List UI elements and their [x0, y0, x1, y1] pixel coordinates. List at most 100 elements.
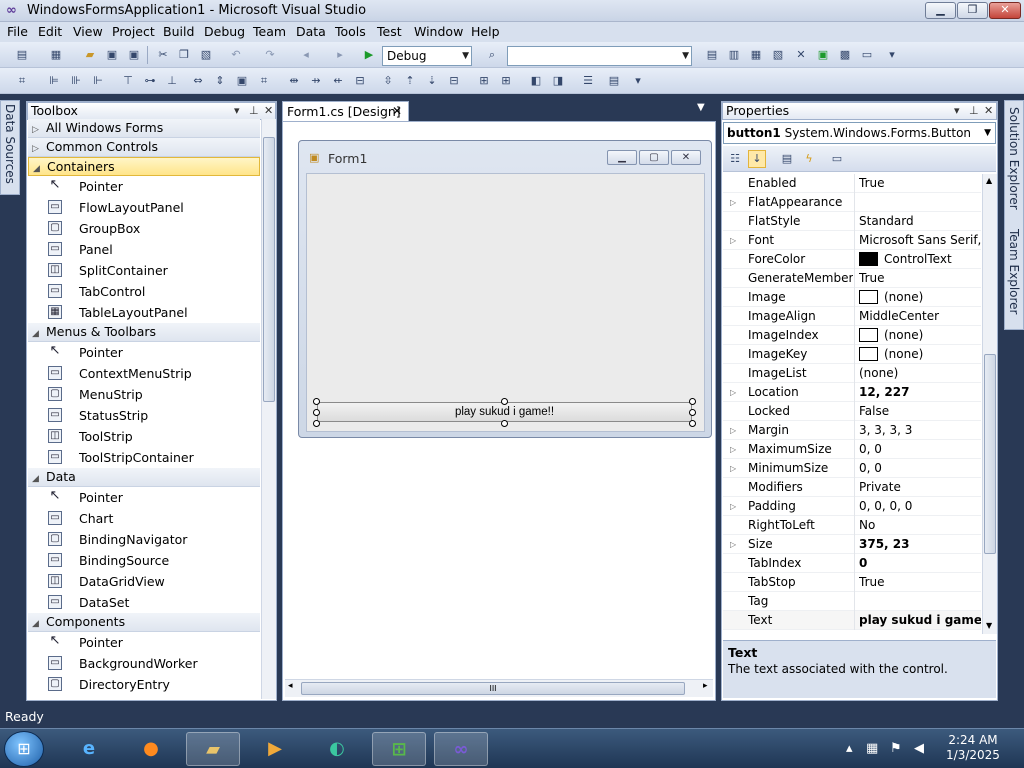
- property-row[interactable]: RightToLeft No: [723, 516, 981, 535]
- property-value-cell[interactable]: Standard: [859, 212, 981, 231]
- property-value-cell[interactable]: 0, 0: [859, 459, 981, 478]
- play-button[interactable]: play sukud i game!!: [317, 402, 692, 422]
- data-sources-tab[interactable]: Data Sources: [0, 100, 20, 195]
- property-pages-icon[interactable]: ▭: [828, 150, 846, 168]
- designer-scroll-thumb[interactable]: III: [301, 682, 685, 695]
- toolbox-category[interactable]: ◢ Containers: [28, 157, 260, 176]
- property-value-cell[interactable]: (none): [859, 364, 981, 383]
- property-row[interactable]: ImageKey (none): [723, 345, 981, 364]
- chevron-right-icon[interactable]: ▸: [703, 681, 708, 691]
- find-combo[interactable]: ▼: [507, 46, 692, 66]
- resize-handle[interactable]: [501, 420, 508, 427]
- menu-edit[interactable]: Edit: [38, 24, 62, 39]
- menu-build[interactable]: Build: [163, 24, 194, 39]
- resize-handle[interactable]: [313, 409, 320, 416]
- property-value-cell[interactable]: 3, 3, 3, 3: [859, 421, 981, 440]
- property-row[interactable]: ▷ MinimumSize 0, 0: [723, 459, 981, 478]
- property-row[interactable]: Text play sukud i game!!: [723, 611, 981, 630]
- align-tops-icon[interactable]: ⊤: [120, 73, 136, 89]
- resize-handle[interactable]: [689, 420, 696, 427]
- property-row[interactable]: Enabled True: [723, 174, 981, 193]
- toolbar-options-icon[interactable]: ▾: [630, 73, 646, 89]
- expand-triangle-icon[interactable]: ▷: [730, 535, 736, 554]
- property-value-cell[interactable]: Private: [859, 478, 981, 497]
- horizontal-spacing-icon[interactable]: ⇹: [286, 73, 302, 89]
- toolbox-item[interactable]: ▢ GroupBox: [28, 218, 260, 239]
- toolbar-options-icon[interactable]: ▾: [884, 47, 900, 63]
- toolbox-category[interactable]: ◢ Components: [28, 613, 260, 632]
- property-row[interactable]: Tag: [723, 592, 981, 611]
- toolbox-icon[interactable]: ▧: [770, 47, 786, 63]
- menu-test[interactable]: Test: [377, 24, 402, 39]
- toolbox-item[interactable]: ▭ ContextMenuStrip: [28, 363, 260, 384]
- menu-window[interactable]: Window: [414, 24, 463, 39]
- menu-team[interactable]: Team: [253, 24, 286, 39]
- toolbox-scrollbar[interactable]: [261, 119, 276, 699]
- extension-manager-icon[interactable]: ▩: [837, 47, 853, 63]
- property-row[interactable]: Modifiers Private: [723, 478, 981, 497]
- categorized-icon[interactable]: ☷: [726, 150, 744, 168]
- undo-icon[interactable]: ↶: [228, 47, 244, 63]
- property-row[interactable]: ▷ Padding 0, 0, 0, 0: [723, 497, 981, 516]
- minimize-button[interactable]: ▁: [925, 2, 956, 19]
- toolbox-item[interactable]: ▦ TableLayoutPanel: [28, 302, 260, 323]
- property-row[interactable]: ImageList (none): [723, 364, 981, 383]
- increase-horizontal-spacing-icon[interactable]: ⇸: [308, 73, 324, 89]
- property-row[interactable]: ▷ Margin 3, 3, 3, 3: [723, 421, 981, 440]
- toolbox-item[interactable]: ▢ BindingNavigator: [28, 529, 260, 550]
- solution-explorer-icon[interactable]: ▤: [704, 47, 720, 63]
- center-vertically-icon[interactable]: ⊞: [498, 73, 514, 89]
- bring-to-front-icon[interactable]: ◧: [528, 73, 544, 89]
- property-row[interactable]: ▷ FlatAppearance: [723, 193, 981, 212]
- property-value-cell[interactable]: MiddleCenter: [859, 307, 981, 326]
- make-same-size-icon[interactable]: ▣: [234, 73, 250, 89]
- expand-triangle-icon[interactable]: ▷: [730, 421, 736, 440]
- volume-muted-icon[interactable]: ◀: [914, 741, 924, 756]
- toolbox-item[interactable]: ▭ ToolStripContainer: [28, 447, 260, 468]
- chevron-down-icon[interactable]: ▼: [986, 621, 992, 630]
- align-to-grid-icon[interactable]: ⌗: [14, 73, 30, 89]
- new-project-icon[interactable]: ▤: [14, 47, 30, 63]
- toolbox-item[interactable]: ▭ TabControl: [28, 281, 260, 302]
- property-value-cell[interactable]: 375, 23: [859, 535, 981, 554]
- property-value-cell[interactable]: 0, 0: [859, 440, 981, 459]
- form1-window[interactable]: ▣ Form1 ▁ ▢ ✕ play sukud i game!!: [298, 140, 712, 438]
- increase-vertical-spacing-icon[interactable]: ⇡: [402, 73, 418, 89]
- properties-window-icon[interactable]: ▥: [726, 47, 742, 63]
- close-icon[interactable]: ✕: [264, 103, 273, 119]
- toolbox-item[interactable]: ▭ Panel: [28, 239, 260, 260]
- menu-file[interactable]: File: [7, 24, 28, 39]
- toolbox-category[interactable]: ◢ Menus & Toolbars: [28, 323, 260, 342]
- app-icon[interactable]: ◐: [310, 732, 364, 766]
- save-all-icon[interactable]: ▣: [126, 47, 142, 63]
- toolbox-category[interactable]: ◢ Data: [28, 468, 260, 487]
- property-grid-scroll-thumb[interactable]: [984, 354, 996, 554]
- windows-media-center-icon[interactable]: ⊞: [372, 732, 426, 766]
- make-same-width-icon[interactable]: ⇔: [190, 73, 206, 89]
- expand-triangle-icon[interactable]: ▷: [730, 193, 736, 212]
- close-icon[interactable]: ✕: [984, 103, 993, 119]
- toolbox-item[interactable]: ↖ Pointer: [28, 342, 260, 363]
- menu-data[interactable]: Data: [296, 24, 326, 39]
- property-row[interactable]: TabStop True: [723, 573, 981, 592]
- property-row[interactable]: ▷ MaximumSize 0, 0: [723, 440, 981, 459]
- resize-handle[interactable]: [313, 420, 320, 427]
- property-value-cell[interactable]: (none): [859, 326, 981, 345]
- align-bottoms-icon[interactable]: ⊥: [164, 73, 180, 89]
- toolbox-item[interactable]: ▢ MenuStrip: [28, 384, 260, 405]
- object-browser-icon[interactable]: ▦: [748, 47, 764, 63]
- menu-project[interactable]: Project: [112, 24, 155, 39]
- decrease-horizontal-spacing-icon[interactable]: ⇷: [330, 73, 346, 89]
- align-lefts-icon[interactable]: ⊫: [46, 73, 62, 89]
- property-row[interactable]: ForeColor ControlText: [723, 250, 981, 269]
- add-item-icon[interactable]: ▦: [48, 47, 64, 63]
- decrease-vertical-spacing-icon[interactable]: ⇣: [424, 73, 440, 89]
- make-same-height-icon[interactable]: ⇕: [212, 73, 228, 89]
- toolbox-category[interactable]: ▷ All Windows Forms: [28, 119, 260, 138]
- menu-debug[interactable]: Debug: [204, 24, 245, 39]
- form1-client-area[interactable]: play sukud i game!!: [306, 173, 705, 432]
- toolbox-item[interactable]: ▢ DirectoryEntry: [28, 674, 260, 695]
- property-value-cell[interactable]: True: [859, 174, 981, 193]
- property-value-cell[interactable]: (none): [859, 345, 981, 364]
- redo-icon[interactable]: ↷: [262, 47, 278, 63]
